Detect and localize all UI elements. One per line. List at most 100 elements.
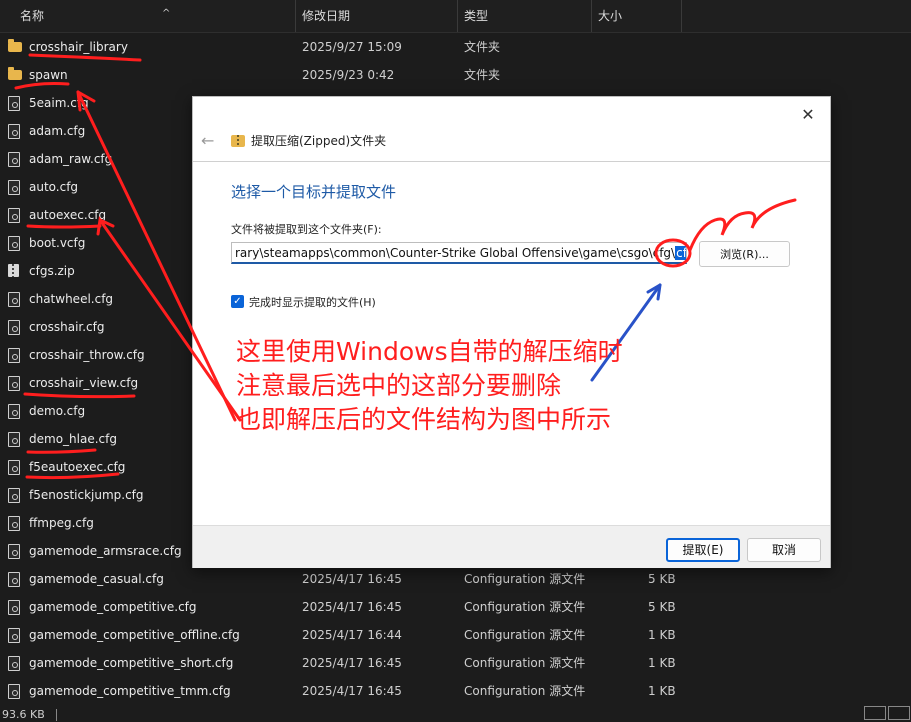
file-date: 2025/9/27 15:09 bbox=[302, 40, 402, 54]
sort-ascending-icon: ^ bbox=[162, 8, 171, 19]
file-type: 文件夹 bbox=[464, 40, 501, 54]
file-size: 1 KB bbox=[648, 684, 676, 698]
file-icon bbox=[8, 292, 20, 307]
file-name: demo_hlae.cfg bbox=[29, 432, 117, 446]
file-icon bbox=[8, 236, 20, 251]
file-name: boot.vcfg bbox=[29, 236, 86, 250]
file-name: cfgs.zip bbox=[29, 264, 75, 278]
file-size: 1 KB bbox=[648, 656, 676, 670]
file-name: crosshair.cfg bbox=[29, 320, 105, 334]
file-date: 2025/4/17 16:45 bbox=[302, 656, 402, 670]
destination-path-input[interactable]: rary\steamapps\common\Counter-Strike Glo… bbox=[231, 242, 687, 264]
file-name: f5eautoexec.cfg bbox=[29, 460, 126, 474]
column-header-type[interactable]: 类型 bbox=[458, 0, 592, 32]
path-text: rary\steamapps\common\Counter-Strike Glo… bbox=[235, 246, 676, 260]
file-name: f5enostickjump.cfg bbox=[29, 488, 144, 502]
file-icon bbox=[8, 376, 20, 391]
file-date: 2025/4/17 16:44 bbox=[302, 628, 402, 642]
details-view-icon[interactable] bbox=[864, 706, 886, 720]
file-name: gamemode_competitive_offline.cfg bbox=[29, 628, 240, 642]
file-name: spawn bbox=[29, 68, 68, 82]
folder-icon bbox=[8, 67, 22, 80]
extract-button[interactable]: 提取(E) bbox=[666, 538, 740, 562]
annotation-line-1: 这里使用Windows自带的解压缩时 bbox=[236, 337, 623, 366]
browse-button[interactable]: 浏览(R)... bbox=[699, 241, 790, 267]
path-selected-text: cfgs bbox=[675, 246, 686, 260]
file-type: 文件夹 bbox=[464, 68, 501, 82]
file-name: adam_raw.cfg bbox=[29, 152, 113, 166]
file-name: crosshair_view.cfg bbox=[29, 376, 139, 390]
file-row[interactable]: crosshair_library 2025/9/27 15:09 文件夹 bbox=[0, 33, 911, 61]
zip-icon bbox=[8, 264, 19, 277]
annotation-line-3: 也即解压后的文件结构为图中所示 bbox=[236, 405, 612, 434]
file-name: crosshair_throw.cfg bbox=[29, 348, 145, 362]
file-size: 5 KB bbox=[648, 572, 676, 586]
file-size: 1 KB bbox=[648, 628, 676, 642]
file-icon bbox=[8, 656, 20, 671]
file-type: Configuration 源文件 bbox=[464, 628, 586, 642]
file-row[interactable]: gamemode_competitive_tmm.cfg 2025/4/17 16… bbox=[0, 677, 911, 705]
column-header-name-label: 名称 bbox=[20, 9, 45, 23]
file-date: 2025/9/23 0:42 bbox=[302, 68, 395, 82]
dialog-heading: 选择一个目标并提取文件 bbox=[231, 183, 397, 201]
annotation-line-2: 注意最后选中的这部分要删除 bbox=[236, 371, 562, 400]
file-icon bbox=[8, 208, 20, 223]
file-date: 2025/4/17 16:45 bbox=[302, 572, 402, 586]
cancel-button[interactable]: 取消 bbox=[747, 538, 821, 562]
file-name: gamemode_casual.cfg bbox=[29, 572, 164, 586]
column-header-type-label: 类型 bbox=[464, 9, 489, 23]
file-name: demo.cfg bbox=[29, 404, 86, 418]
file-icon bbox=[8, 684, 20, 699]
file-date: 2025/4/17 16:45 bbox=[302, 684, 402, 698]
file-name: auto.cfg bbox=[29, 180, 79, 194]
status-bar: 93.6 KB bbox=[0, 706, 911, 722]
file-icon bbox=[8, 320, 20, 335]
tiles-view-icon[interactable] bbox=[888, 706, 910, 720]
close-icon[interactable]: ✕ bbox=[796, 103, 820, 127]
file-icon bbox=[8, 600, 20, 615]
status-divider bbox=[56, 709, 57, 721]
file-name: crosshair_library bbox=[29, 40, 128, 54]
file-row[interactable]: gamemode_casual.cfg 2025/4/17 16:45 Config… bbox=[0, 565, 911, 593]
file-icon bbox=[8, 432, 20, 447]
file-icon bbox=[8, 152, 20, 167]
dialog-titlebar: ✕ ← 提取压缩(Zipped)文件夹 bbox=[193, 97, 830, 162]
file-name: gamemode_competitive_short.cfg bbox=[29, 656, 234, 670]
file-row[interactable]: gamemode_competitive_offline.cfg 2025/4/1… bbox=[0, 621, 911, 649]
file-icon bbox=[8, 572, 20, 587]
file-icon bbox=[8, 488, 20, 503]
file-icon bbox=[8, 628, 20, 643]
file-name: gamemode_competitive.cfg bbox=[29, 600, 197, 614]
show-files-checkbox-label[interactable]: 完成时显示提取的文件(H) bbox=[249, 294, 376, 310]
column-header-name[interactable]: 名称 ^ bbox=[14, 0, 296, 32]
file-type: Configuration 源文件 bbox=[464, 572, 586, 586]
file-name: 5eaim.cfg bbox=[29, 96, 89, 110]
column-header-size[interactable]: 大小 bbox=[592, 0, 682, 32]
file-icon bbox=[8, 544, 20, 559]
file-name: gamemode_competitive_tmm.cfg bbox=[29, 684, 231, 698]
file-type: Configuration 源文件 bbox=[464, 656, 586, 670]
file-row[interactable]: gamemode_competitive_short.cfg 2025/4/17 … bbox=[0, 649, 911, 677]
file-name: ffmpeg.cfg bbox=[29, 516, 94, 530]
dialog-title: 提取压缩(Zipped)文件夹 bbox=[251, 134, 387, 148]
destination-label: 文件将被提取到这个文件夹(F): bbox=[231, 223, 382, 236]
file-name: adam.cfg bbox=[29, 124, 86, 138]
folder-icon bbox=[8, 39, 22, 52]
dialog-footer: 提取(E) 取消 bbox=[193, 525, 830, 568]
file-type: Configuration 源文件 bbox=[464, 684, 586, 698]
file-icon bbox=[8, 96, 20, 111]
file-name: autoexec.cfg bbox=[29, 208, 107, 222]
back-arrow-icon[interactable]: ← bbox=[201, 131, 214, 150]
file-row[interactable]: gamemode_competitive.cfg 2025/4/17 16:45 C… bbox=[0, 593, 911, 621]
file-icon bbox=[8, 460, 20, 475]
column-header-bar: 名称 ^ 修改日期 类型 大小 bbox=[0, 0, 911, 33]
column-header-date[interactable]: 修改日期 bbox=[296, 0, 458, 32]
file-icon bbox=[8, 516, 20, 531]
file-icon bbox=[8, 124, 20, 139]
file-row[interactable]: spawn 2025/9/23 0:42 文件夹 bbox=[0, 61, 911, 89]
file-name: chatwheel.cfg bbox=[29, 292, 114, 306]
file-size: 5 KB bbox=[648, 600, 676, 614]
column-header-date-label: 修改日期 bbox=[302, 9, 351, 23]
file-type: Configuration 源文件 bbox=[464, 600, 586, 614]
show-files-checkbox[interactable]: ✓ bbox=[231, 295, 244, 308]
